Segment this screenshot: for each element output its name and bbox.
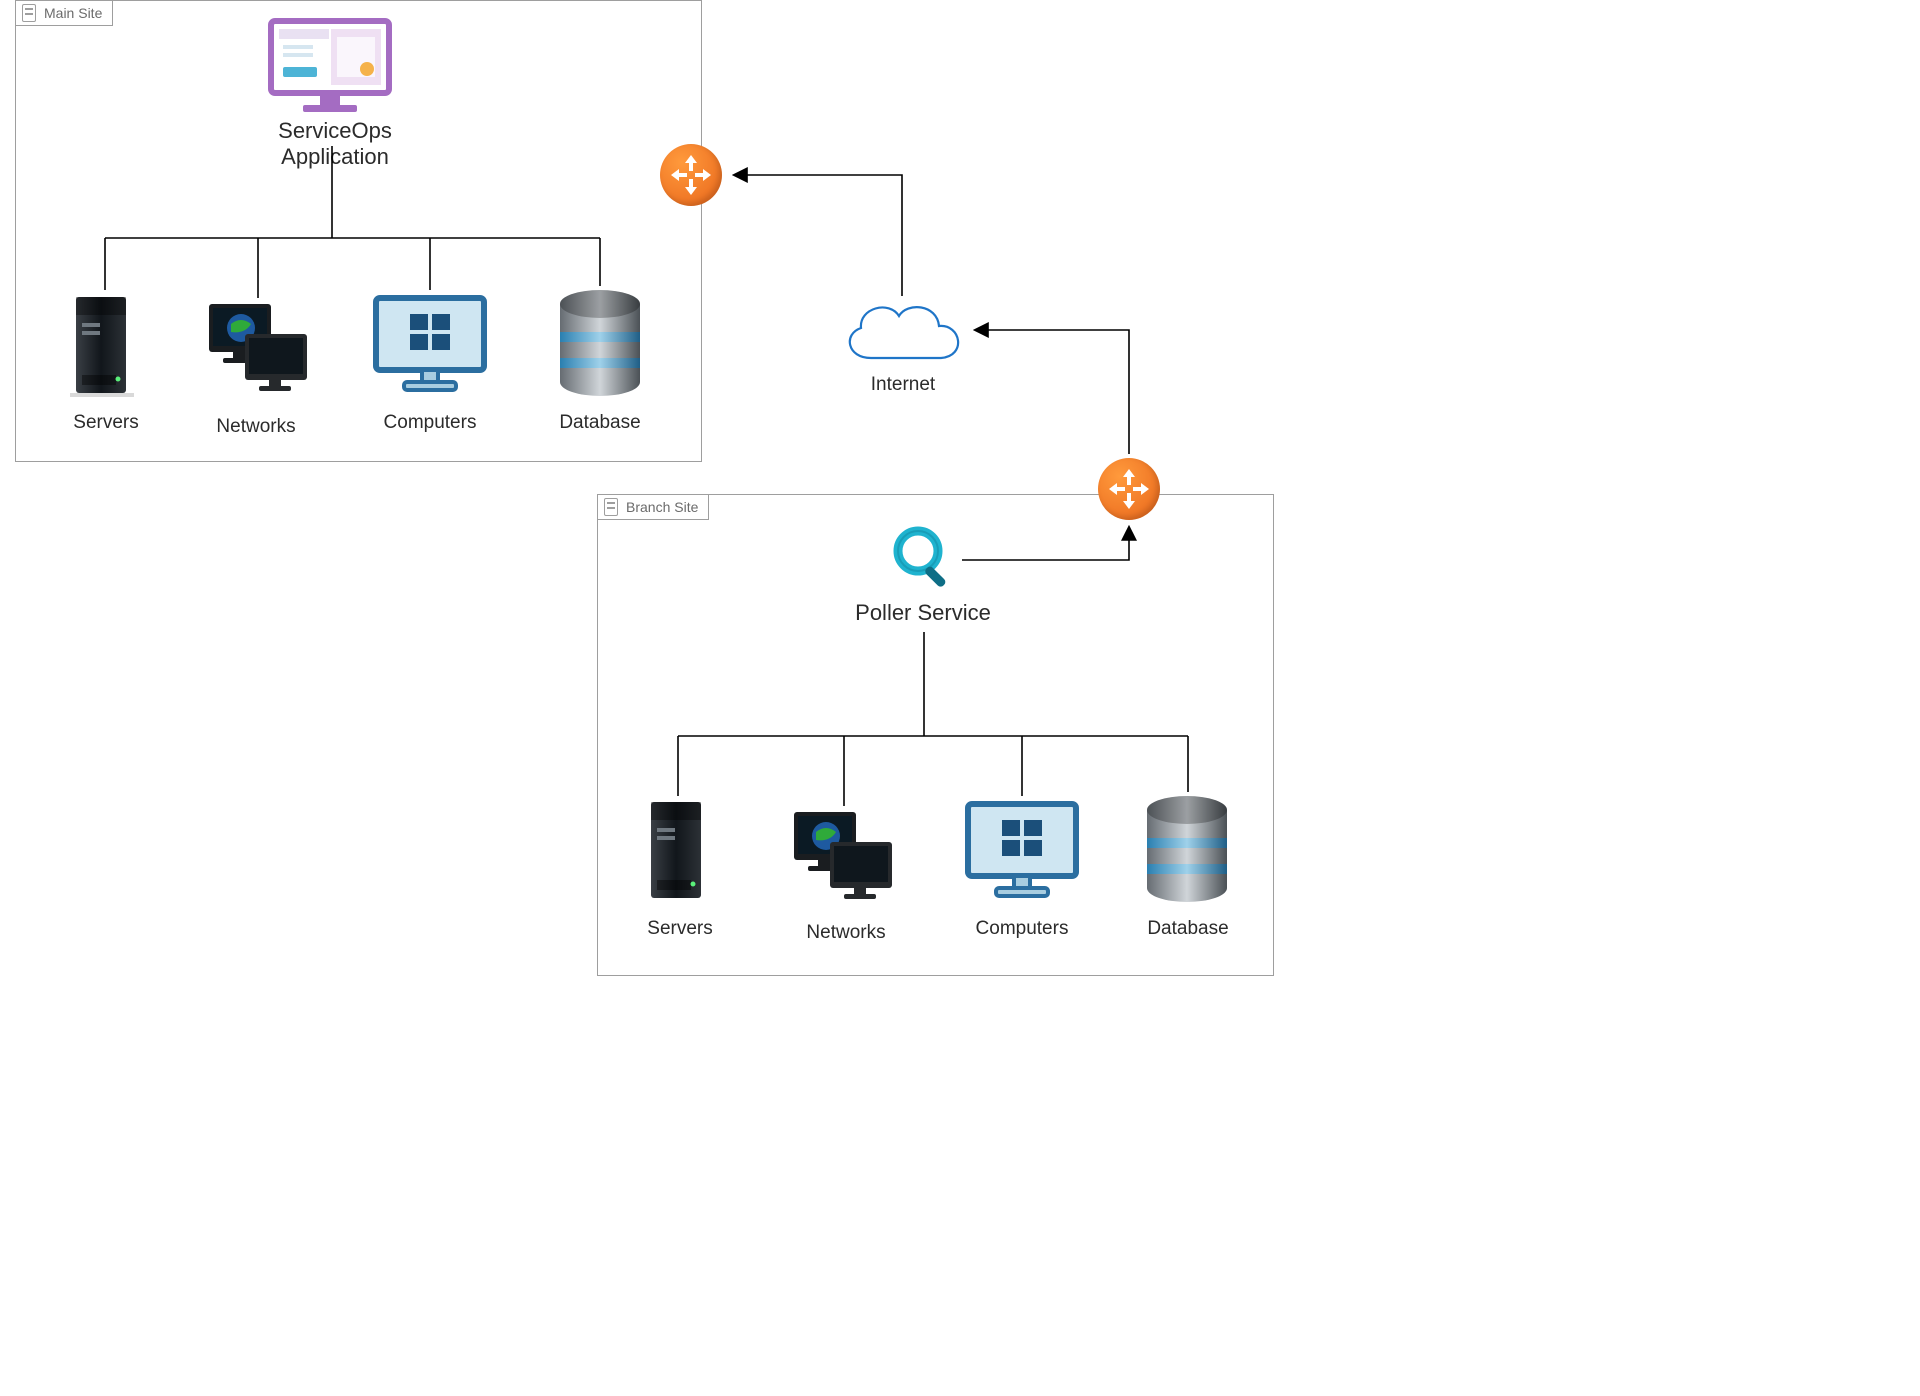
main-computers-label: Computers [340, 412, 520, 434]
main-database-label: Database [510, 412, 690, 434]
site-icon [604, 498, 618, 516]
branch-servers-label: Servers [590, 918, 770, 940]
router-branch-icon [1098, 458, 1160, 520]
site-icon [22, 4, 36, 22]
main-site-tab: Main Site [15, 0, 113, 26]
main-database-icon [555, 288, 645, 398]
main-site-title: Main Site [44, 5, 102, 21]
branch-database-label: Database [1098, 918, 1278, 940]
serviceops-app-label: ServiceOps Application [225, 118, 445, 170]
router-main-icon [660, 144, 722, 206]
main-computers-icon [370, 292, 490, 397]
branch-computers-label: Computers [932, 918, 1112, 940]
branch-networks-icon [790, 808, 900, 908]
diagram-canvas: Main Site ServiceOps Application [0, 0, 1275, 980]
branch-database-icon [1142, 794, 1232, 904]
serviceops-app-icon [265, 15, 395, 115]
internet-label: Internet [813, 374, 993, 396]
main-servers-icon [70, 293, 150, 398]
branch-site-title: Branch Site [626, 499, 698, 515]
internet-cloud-icon [833, 294, 973, 374]
branch-computers-icon [962, 798, 1082, 903]
poller-service-icon [890, 523, 960, 593]
branch-servers-icon [645, 798, 725, 903]
poller-service-label: Poller Service [833, 600, 1013, 626]
main-networks-label: Networks [166, 416, 346, 438]
branch-site-tab: Branch Site [597, 494, 709, 520]
main-networks-icon [205, 300, 315, 400]
branch-networks-label: Networks [756, 922, 936, 944]
